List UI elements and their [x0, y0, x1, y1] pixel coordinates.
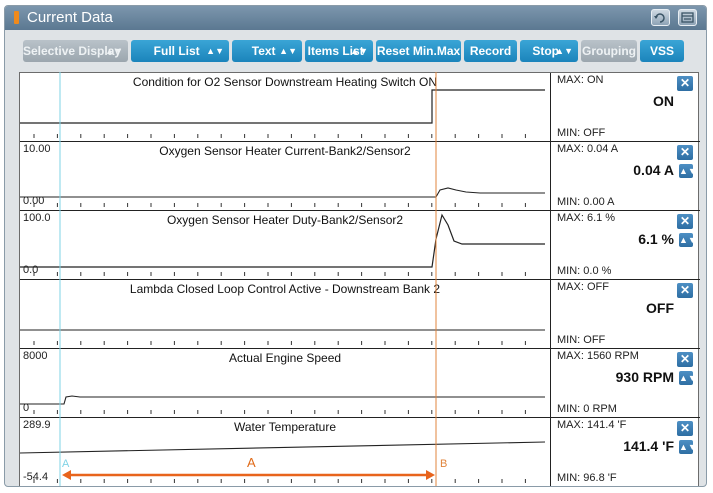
reset-min-max-button[interactable]: Reset Min.Max	[376, 40, 461, 62]
close-icon[interactable]: ✕	[677, 145, 693, 160]
updown-caret-icon: ▲▼	[105, 46, 123, 56]
signal-info: MAX: 141.4 'F 141.4 'F MIN: 96.8 'F ✕ ▲▼	[550, 418, 700, 486]
signal-row[interactable]: Oxygen Sensor Heater Current-Bank2/Senso…	[20, 142, 700, 211]
current-value: 141.4 'F	[623, 438, 674, 454]
max-value: MAX: 1560 RPM	[557, 350, 639, 362]
current-value: ON	[653, 93, 674, 109]
signal-name: Oxygen Sensor Heater Duty-Bank2/Sensor2	[166, 213, 404, 227]
current-value: 0.04 A	[633, 162, 674, 178]
current-value: 6.1 %	[638, 231, 674, 247]
close-icon[interactable]: ✕	[677, 214, 693, 229]
text-select[interactable]: Text ▲▼	[232, 40, 302, 62]
cursor-a-marker: A	[62, 458, 70, 470]
min-value: MIN: 0.0 %	[557, 265, 612, 277]
full-list-label: Full List	[153, 44, 200, 58]
retry-icon[interactable]	[651, 9, 670, 26]
updown-caret-icon: ▲▼	[555, 46, 573, 56]
signal-info: MAX: ON ON MIN: OFF ✕	[550, 73, 700, 141]
y-axis-max: 100.0	[23, 212, 51, 224]
signal-row[interactable]: Actual Engine Speed 8000 0 MAX: 1560 RPM 930…	[20, 349, 700, 418]
close-icon[interactable]: ✕	[677, 352, 693, 367]
signal-name: Lambda Closed Loop Control Active - Down…	[129, 282, 441, 296]
y-axis-max: 289.9	[23, 419, 51, 431]
y-axis-max: 10.00	[23, 143, 51, 155]
max-value: MAX: 141.4 'F	[557, 419, 627, 431]
min-value: MIN: 0.00 A	[557, 196, 615, 208]
y-axis-min: 0.00	[23, 195, 45, 207]
updown-caret-icon: ▲▼	[206, 46, 224, 56]
signal-info: MAX: 1560 RPM 930 RPM MIN: 0 RPM ✕ ▲▼	[550, 349, 700, 417]
max-value: MAX: 6.1 %	[557, 212, 616, 224]
items-list-select[interactable]: Items List ▲▼	[305, 40, 373, 62]
scale-arrows-icon[interactable]: ▲▼	[679, 233, 697, 247]
updown-caret-icon: ▲▼	[279, 46, 297, 56]
title-bar: Current Data	[5, 6, 706, 30]
min-value: MIN: OFF	[557, 127, 606, 139]
close-icon[interactable]: ✕	[677, 283, 693, 298]
max-value: MAX: OFF	[557, 281, 609, 293]
y-axis-min: 0.0	[23, 264, 39, 276]
min-value: MIN: OFF	[557, 334, 606, 346]
signal-row[interactable]: Water Temperature 289.9 -54.4 MAX: 141.4 'F…	[20, 418, 700, 486]
scale-arrows-icon[interactable]: ▲▼	[679, 164, 697, 178]
data-panel: Condition for O2 Sensor Downstream Heati…	[19, 72, 700, 486]
current-data-window: Current Data Selective Display ▲▼ Full L…	[4, 5, 707, 487]
max-value: MAX: 0.04 A	[557, 143, 619, 155]
min-value: MIN: 96.8 'F	[557, 472, 617, 484]
cursor-b-marker: B	[440, 458, 448, 470]
full-list-select[interactable]: Full List ▲▼	[131, 40, 229, 62]
max-value: MAX: ON	[557, 74, 604, 86]
span-label: A	[247, 455, 256, 470]
selective-display-select[interactable]: Selective Display ▲▼	[23, 40, 128, 62]
y-axis-min: -54.4	[23, 471, 49, 483]
scale-arrows-icon[interactable]: ▲▼	[679, 371, 697, 385]
y-axis-max: 8000	[23, 350, 48, 362]
signal-row[interactable]: Oxygen Sensor Heater Duty-Bank2/Sensor2 1…	[20, 211, 700, 280]
toolbar: Selective Display ▲▼ Full List ▲▼ Text ▲…	[5, 40, 706, 64]
close-icon[interactable]: ✕	[677, 76, 693, 91]
signal-name: Oxygen Sensor Heater Current-Bank2/Senso…	[159, 144, 411, 158]
signal-info: MAX: OFF OFF MIN: OFF ✕	[550, 280, 700, 348]
scale-arrows-icon[interactable]: ▲▼	[679, 440, 697, 454]
signal-info: MAX: 0.04 A 0.04 A MIN: 0.00 A ✕ ▲▼	[550, 142, 700, 210]
signal-name: Actual Engine Speed	[228, 351, 342, 365]
close-icon[interactable]: ✕	[677, 421, 693, 436]
current-value: 930 RPM	[615, 369, 674, 385]
current-value: OFF	[646, 300, 674, 316]
grouping-button[interactable]: Grouping	[581, 40, 637, 62]
signal-name: Water Temperature	[233, 420, 337, 434]
window-title: Current Data	[27, 9, 113, 26]
signal-info: MAX: 6.1 % 6.1 % MIN: 0.0 % ✕ ▲▼	[550, 211, 700, 279]
min-value: MIN: 0 RPM	[557, 403, 617, 415]
vss-button[interactable]: VSS	[640, 40, 684, 62]
stop-select[interactable]: Stop ▲▼	[520, 40, 578, 62]
record-button[interactable]: Record	[464, 40, 517, 62]
y-axis-min: 0	[23, 402, 30, 414]
text-label: Text	[251, 44, 276, 58]
window-icon[interactable]	[678, 9, 697, 26]
signal-row[interactable]: Lambda Closed Loop Control Active - Down…	[20, 280, 700, 349]
signal-name: Condition for O2 Sensor Downstream Heati…	[132, 75, 438, 89]
flag-icon	[14, 11, 19, 24]
updown-caret-icon: ▲▼	[350, 46, 368, 56]
signal-row[interactable]: Condition for O2 Sensor Downstream Heati…	[20, 73, 700, 142]
